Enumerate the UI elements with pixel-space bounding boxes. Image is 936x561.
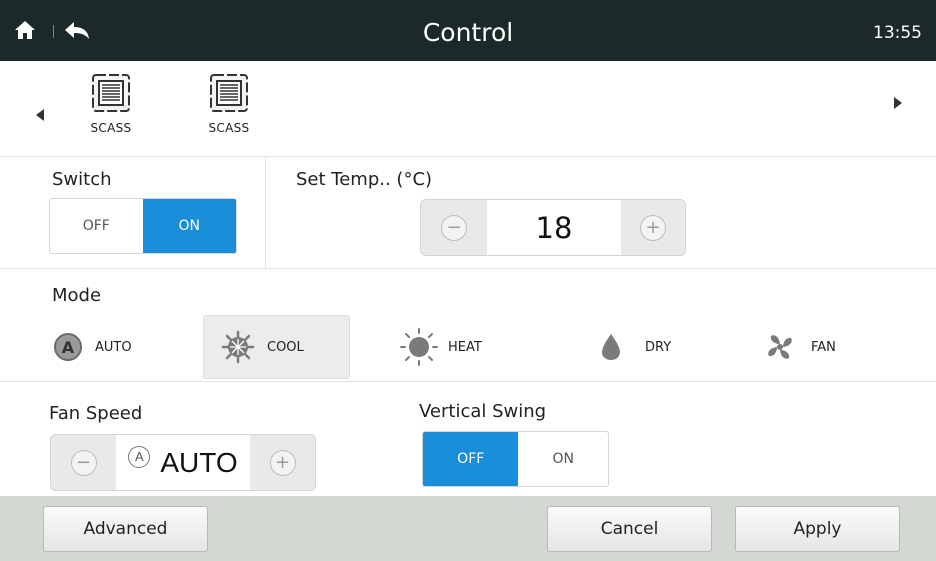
vertical-swing-toggle: OFF ON xyxy=(422,431,609,487)
fan-speed-increase-button[interactable]: + xyxy=(269,449,296,476)
svg-text:A: A xyxy=(62,338,75,357)
sun-icon xyxy=(400,328,438,366)
cassette-unit-icon xyxy=(210,74,248,112)
cassette-unit-icon xyxy=(92,74,130,112)
fan-speed-value-box: A AUTO xyxy=(116,435,250,490)
temperature-value: 18 xyxy=(487,200,621,255)
apply-button[interactable]: Apply xyxy=(735,506,900,552)
vertical-swing-title: Vertical Swing xyxy=(419,401,547,422)
mode-label: DRY xyxy=(645,339,672,355)
page-title: Control xyxy=(422,18,514,47)
footer-bar: Advanced Cancel Apply xyxy=(0,496,936,561)
power-on-button[interactable]: ON xyxy=(142,199,236,253)
fan-speed-decrease-button[interactable]: − xyxy=(70,449,97,476)
power-off-button[interactable]: OFF xyxy=(50,199,143,253)
temperature-title: Set Temp.. (°C) xyxy=(296,169,433,190)
mode-heat[interactable]: HEAT xyxy=(398,315,548,379)
temperature-decrease-button[interactable]: − xyxy=(441,214,467,241)
unit-label: SCASS xyxy=(90,121,132,135)
mode-cool[interactable]: COOL xyxy=(203,315,350,379)
snowflake-icon xyxy=(221,330,255,364)
auto-badge-icon: A xyxy=(128,445,151,468)
mode-label: HEAT xyxy=(448,339,482,355)
mode-label: COOL xyxy=(267,339,304,355)
advanced-button[interactable]: Advanced xyxy=(43,506,208,552)
title-bar: Control 13:55 xyxy=(0,0,936,61)
clock: 13:55 xyxy=(873,23,922,43)
fan-icon xyxy=(768,335,792,359)
cancel-button[interactable]: Cancel xyxy=(547,506,712,552)
fan-speed-title: Fan Speed xyxy=(49,403,143,424)
unit-item[interactable]: SCASS xyxy=(71,73,151,135)
swing-on-button[interactable]: ON xyxy=(518,432,608,486)
fan-speed-stepper: − A AUTO + xyxy=(50,434,316,491)
unit-label: SCASS xyxy=(208,121,250,135)
mode-auto[interactable]: A AUTO xyxy=(40,315,190,379)
fan-swing-section: Fan Speed − A AUTO + Vertical Swing OFF … xyxy=(0,383,936,496)
unit-selector: SCASS SCASS xyxy=(0,61,936,157)
power-toggle: OFF ON xyxy=(49,198,237,254)
droplet-icon xyxy=(602,334,620,360)
fan-speed-value: AUTO xyxy=(160,446,238,478)
mode-label: FAN xyxy=(811,339,836,355)
temperature-increase-button[interactable]: + xyxy=(640,214,666,241)
swing-off-button[interactable]: OFF xyxy=(423,432,519,486)
mode-label: AUTO xyxy=(95,339,132,355)
mode-fan[interactable]: FAN xyxy=(765,315,885,379)
switch-title: Switch xyxy=(52,169,112,190)
auto-mode-icon: A xyxy=(54,333,82,361)
mode-dry[interactable]: DRY xyxy=(597,315,717,379)
switch-section: Switch OFF ON xyxy=(0,157,266,268)
temperature-section: Set Temp.. (°C) − 18 + xyxy=(266,157,936,268)
mode-section: Mode A AUTO COOL HEAT DRY FAN xyxy=(0,269,936,382)
mode-title: Mode xyxy=(52,285,102,306)
scroll-right-arrow-icon[interactable] xyxy=(894,97,902,109)
temperature-stepper: − 18 + xyxy=(420,199,686,256)
scroll-left-arrow-icon[interactable] xyxy=(36,109,44,121)
unit-item[interactable]: SCASS xyxy=(189,73,269,135)
